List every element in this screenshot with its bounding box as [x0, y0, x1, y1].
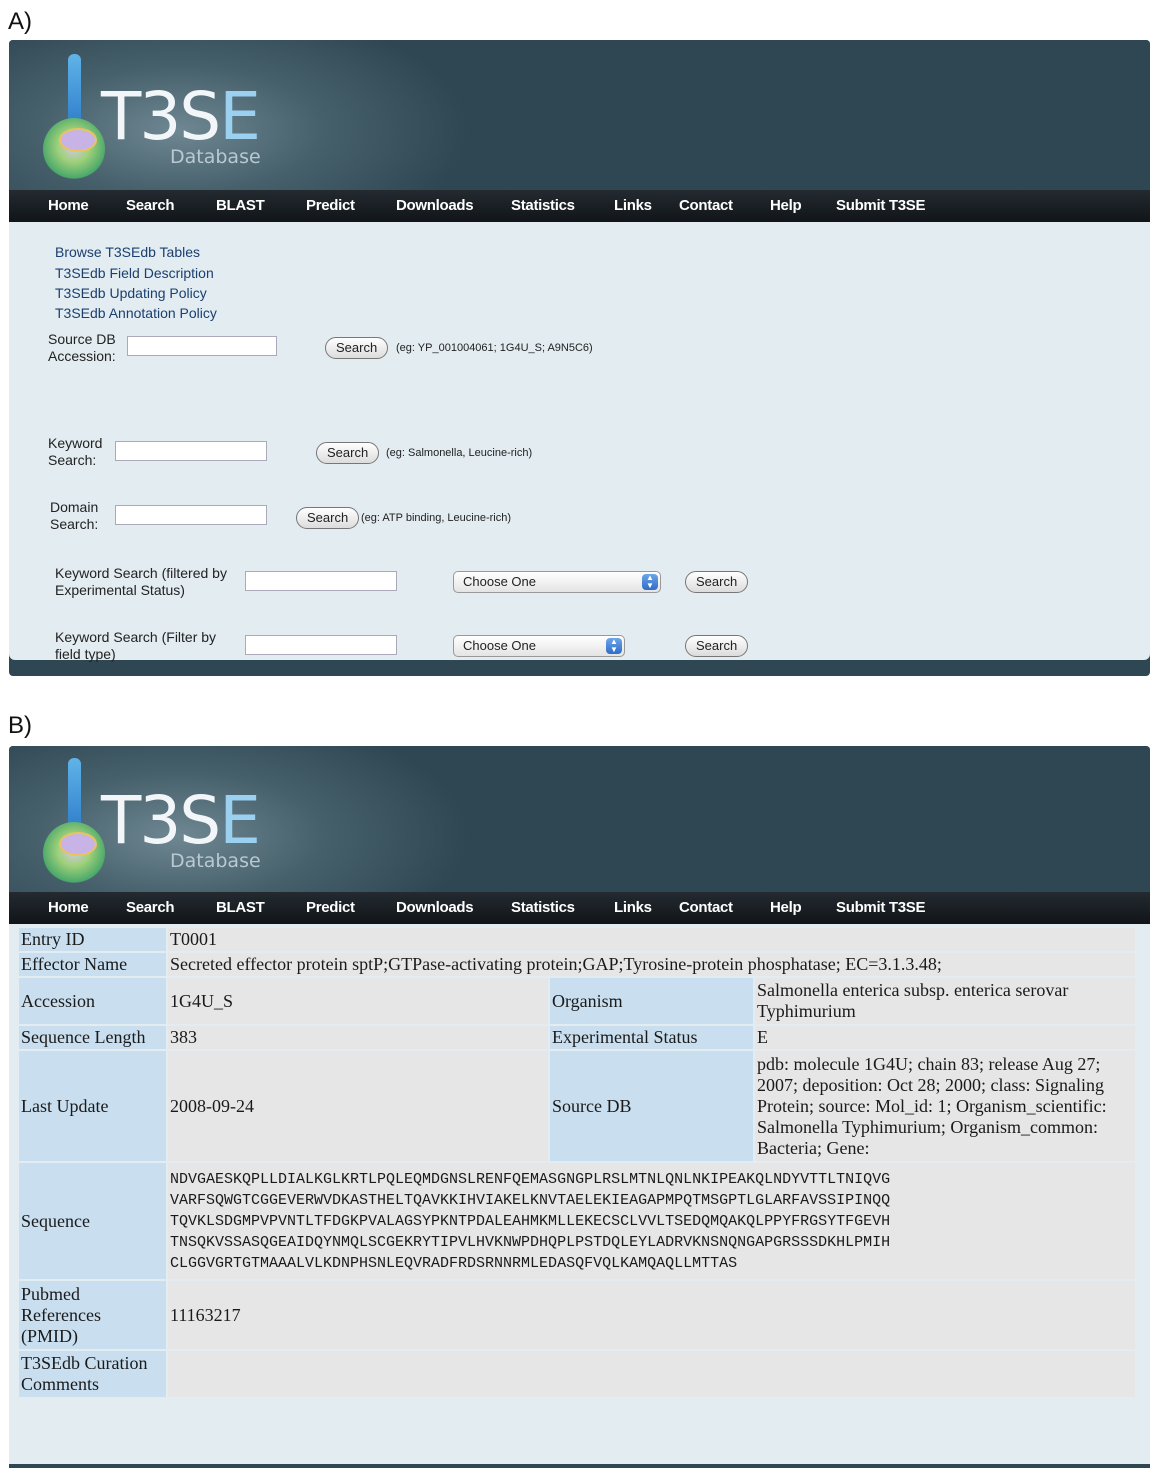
link-updating-policy[interactable]: T3SEdb Updating Policy [55, 285, 207, 301]
source-db-label: Source DB Accession: [48, 331, 116, 364]
nav-statistics[interactable]: Statistics [511, 197, 575, 214]
link-annotation-policy[interactable]: T3SEdb Annotation Policy [55, 305, 217, 321]
keyword-exp-status-label: Keyword Search (filtered by Experimental … [55, 565, 227, 598]
select-arrows-icon: ▲ ▼ [606, 638, 622, 654]
sequence-label: Sequence [19, 1163, 166, 1279]
table-row: Entry ID T0001 [19, 928, 1135, 951]
logo-text: T3SE [101, 782, 261, 859]
accession-label: Accession [19, 978, 166, 1024]
site-logo[interactable]: T3SE Database [9, 40, 309, 190]
source-db-search-button[interactable]: Search [325, 337, 389, 359]
nav-predict[interactable]: Predict [306, 197, 355, 214]
nav-help[interactable]: Help [770, 899, 802, 916]
nav-downloads[interactable]: Downloads [396, 197, 474, 214]
entry-detail-table: Entry ID T0001 Effector Name Secreted ef… [17, 926, 1137, 1399]
screenshot-b: T3SE Database Home Search BLAST Predict … [9, 746, 1150, 1468]
keyword-field-type-search-button[interactable]: Search [685, 635, 749, 657]
source-db-hint: (eg: YP_001004061; 1G4U_S; A9N5C6) [396, 342, 593, 354]
sequence-length-value: 383 [168, 1026, 548, 1049]
organism-label: Organism [550, 978, 753, 1024]
site-banner: T3SE Database [9, 40, 1150, 190]
nav-contact[interactable]: Contact [679, 899, 733, 916]
nav-predict[interactable]: Predict [306, 899, 355, 916]
pubmed-label: Pubmed References (PMID) [19, 1281, 166, 1349]
organism-value: Salmonella enterica subsp. enterica sero… [755, 978, 1135, 1024]
nav-statistics[interactable]: Statistics [511, 899, 575, 916]
domain-search-hint: (eg: ATP binding, Leucine-rich) [361, 512, 512, 524]
screenshot-a: T3SE Database Home Search BLAST Predict … [9, 40, 1150, 676]
panel-a-label: A) [8, 8, 32, 35]
nav-home[interactable]: Home [48, 899, 89, 916]
nav-search[interactable]: Search [126, 899, 175, 916]
nav-submit-t3se[interactable]: Submit T3SE [836, 197, 926, 214]
table-row: Sequence Length 383 Experimental Status … [19, 1026, 1135, 1049]
logo-subtitle: Database [170, 146, 261, 168]
entry-id-label: Entry ID [19, 928, 166, 951]
keyword-field-type-input[interactable] [245, 635, 397, 655]
source-db-value: pdb: molecule 1G4U; chain 83; release Au… [755, 1051, 1135, 1161]
field-type-select[interactable]: Choose One ▲ ▼ [453, 635, 625, 657]
keyword-exp-status-input[interactable] [245, 571, 397, 591]
curation-comments-value [168, 1351, 1135, 1397]
table-row: Effector Name Secreted effector protein … [19, 953, 1135, 976]
nav-blast[interactable]: BLAST [216, 197, 265, 214]
logo-text: T3SE [101, 78, 261, 155]
panel-b-label: B) [8, 712, 32, 739]
exp-status-select[interactable]: Choose One ▲ ▼ [453, 571, 661, 593]
table-row: Accession 1G4U_S Organism Salmonella ent… [19, 978, 1135, 1024]
pubmed-value: 11163217 [168, 1281, 1135, 1349]
keyword-exp-status-search-button[interactable]: Search [685, 571, 749, 593]
keyword-search-button[interactable]: Search [316, 442, 380, 464]
logo-subtitle: Database [170, 850, 261, 872]
site-banner: T3SE Database [9, 746, 1150, 896]
table-row: Last Update 2008-09-24 Source DB pdb: mo… [19, 1051, 1135, 1161]
nav-links[interactable]: Links [614, 197, 652, 214]
keyword-field-type-label: Keyword Search (Filter by field type) [55, 629, 217, 662]
main-nav: Home Search BLAST Predict Downloads Stat… [9, 190, 1150, 222]
main-nav: Home Search BLAST Predict Downloads Stat… [9, 892, 1150, 924]
keyword-search-label: Keyword Search: [48, 435, 103, 468]
domain-search-button[interactable]: Search [296, 507, 360, 529]
link-browse-tables[interactable]: Browse T3SEdb Tables [55, 244, 200, 260]
nav-search[interactable]: Search [126, 197, 175, 214]
nav-blast[interactable]: BLAST [216, 899, 265, 916]
accession-value: 1G4U_S [168, 978, 548, 1024]
domain-search-input[interactable] [115, 505, 267, 525]
nav-contact[interactable]: Contact [679, 197, 733, 214]
source-db-input[interactable] [127, 336, 277, 356]
site-logo[interactable]: T3SE Database [9, 746, 309, 896]
last-update-label: Last Update [19, 1051, 166, 1161]
experimental-status-label: Experimental Status [550, 1026, 753, 1049]
search-page-body: Browse T3SEdb Tables T3SEdb Field Descri… [9, 222, 1150, 662]
effector-name-value: Secreted effector protein sptP;GTPase-ac… [168, 953, 1135, 976]
keyword-search-input[interactable] [115, 441, 267, 461]
experimental-status-value: E [755, 1026, 1135, 1049]
effector-name-label: Effector Name [19, 953, 166, 976]
nav-downloads[interactable]: Downloads [396, 899, 474, 916]
nav-links[interactable]: Links [614, 899, 652, 916]
sequence-value: NDVGAESKQPLLDIALKGLKRTLPQLEQMDGNSLRENFQE… [168, 1163, 1135, 1279]
table-row: Sequence NDVGAESKQPLLDIALKGLKRTLPQLEQMDG… [19, 1163, 1135, 1279]
sequence-length-label: Sequence Length [19, 1026, 166, 1049]
table-row: Pubmed References (PMID) 11163217 [19, 1281, 1135, 1349]
keyword-search-hint: (eg: Salmonella, Leucine-rich) [386, 447, 533, 459]
entry-id-value: T0001 [168, 928, 1135, 951]
nav-submit-t3se[interactable]: Submit T3SE [836, 899, 926, 916]
logo-ring-icon [59, 128, 97, 152]
last-update-value: 2008-09-24 [168, 1051, 548, 1161]
logo-ring-icon [59, 832, 97, 856]
curation-comments-label: T3SEdb Curation Comments [19, 1351, 166, 1397]
nav-home[interactable]: Home [48, 197, 89, 214]
table-row: T3SEdb Curation Comments [19, 1351, 1135, 1397]
source-db-label: Source DB [550, 1051, 753, 1161]
select-arrows-icon: ▲ ▼ [642, 574, 658, 590]
nav-help[interactable]: Help [770, 197, 802, 214]
link-field-description[interactable]: T3SEdb Field Description [55, 265, 214, 281]
domain-search-label: Domain Search: [50, 499, 99, 532]
entry-page-body: Entry ID T0001 Effector Name Secreted ef… [9, 924, 1150, 1464]
